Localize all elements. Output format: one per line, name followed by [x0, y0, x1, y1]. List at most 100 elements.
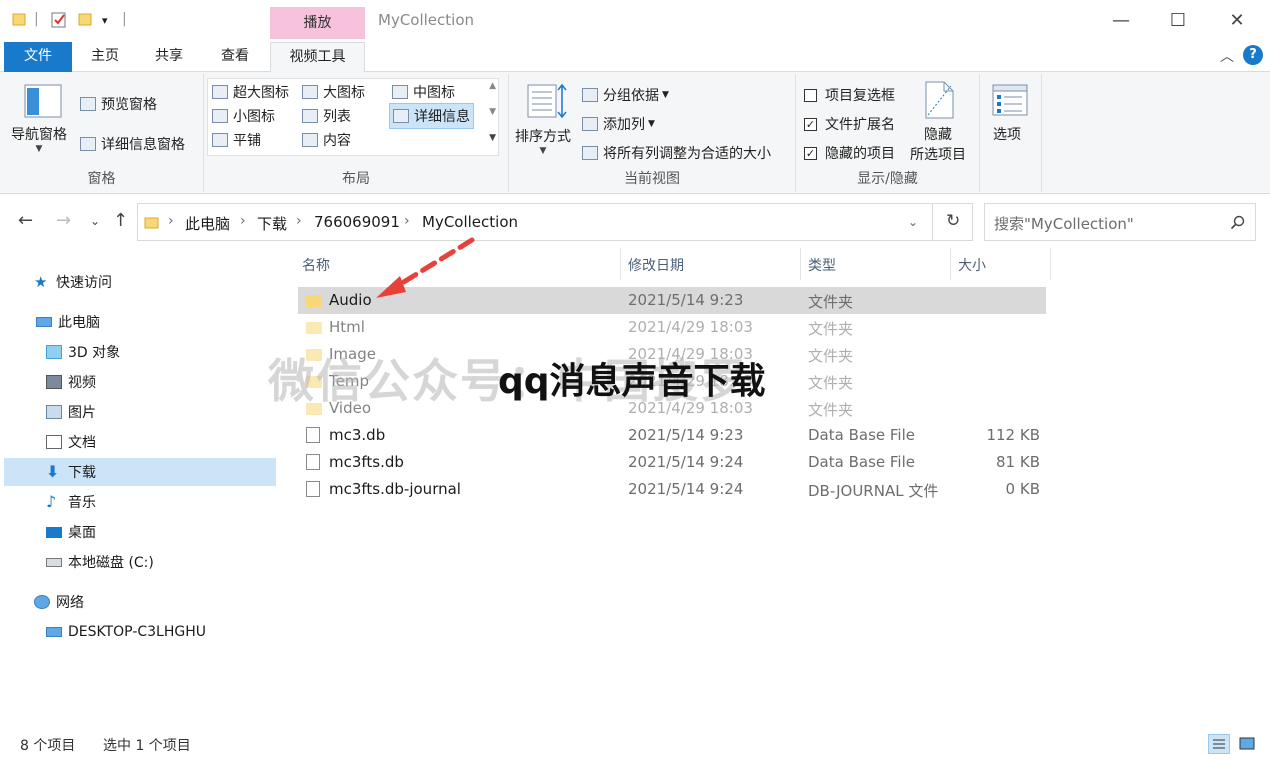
tab-share[interactable]: 共享 — [144, 42, 194, 72]
file-type: DB-JOURNAL 文件 — [808, 482, 939, 500]
nav-desktop[interactable]: 桌面 — [46, 518, 96, 546]
layout-small-icons[interactable]: 小图标 — [212, 106, 275, 126]
search-box[interactable]: 搜索"MyCollection" — [984, 203, 1256, 241]
tab-view[interactable]: 查看 — [210, 42, 260, 72]
column-divider[interactable] — [800, 248, 801, 280]
nav-videos[interactable]: 视频 — [46, 368, 96, 396]
file-extensions-toggle[interactable]: ✓ 文件扩展名 — [804, 114, 895, 134]
nav-label: 本地磁盘 (C:) — [68, 555, 154, 571]
database-file-icon — [306, 427, 320, 443]
layout-content[interactable]: 内容 — [302, 130, 351, 150]
nav-local-disk[interactable]: 本地磁盘 (C:) — [46, 548, 154, 576]
minimize-button[interactable]: — — [1098, 6, 1144, 36]
nav-downloads[interactable]: ⬇ 下载 — [4, 458, 276, 486]
sort-by-button[interactable]: 排序方式 ▼ — [515, 126, 571, 156]
breadcrumb-downloads[interactable]: 下载 — [257, 213, 287, 234]
add-columns-button[interactable]: 添加列 ▼ — [582, 114, 655, 134]
address-bar[interactable]: › 此电脑 › 下载 › 766069091 › MyCollection ⌄ … — [137, 203, 973, 241]
tab-video-tools[interactable]: 视频工具 — [270, 42, 365, 73]
layout-gallery: 超大图标 大图标 中图标 小图标 列表 详细信息 平铺 内容 ▲ ▼ ▼ — [207, 78, 499, 156]
address-dropdown-icon[interactable]: ⌄ — [908, 215, 918, 229]
customize-quick-access-icon[interactable]: ▾ — [102, 14, 108, 27]
window-title: MyCollection — [378, 11, 475, 29]
new-folder-icon[interactable] — [78, 11, 94, 31]
column-divider[interactable] — [950, 248, 951, 280]
help-icon[interactable]: ? — [1243, 45, 1263, 65]
nav-desktop-computer[interactable]: DESKTOP-C3LHGHU — [46, 618, 206, 646]
layout-list[interactable]: 列表 — [302, 106, 351, 126]
back-arrow-icon[interactable]: ← — [18, 210, 33, 231]
checkbox-checked[interactable]: ✓ — [804, 117, 817, 131]
navigation-pane: ★ 快速访问 此电脑 3D 对象 视频 图片 文档 ⬇ 下载 ♪ 音乐 桌面 本地磁盘… — [0, 248, 277, 726]
column-header-modified[interactable]: 修改日期 — [628, 255, 684, 275]
layout-large-icons[interactable]: 大图标 — [302, 82, 365, 102]
group-current-view: 排序方式 ▼ 分组依据 ▼ 添加列 ▼ 将所有列调整为合适的大小 当前视图 — [509, 74, 796, 192]
breadcrumb-folder-id[interactable]: 766069091 — [314, 213, 400, 231]
nav-quick-access[interactable]: ★ 快速访问 — [34, 268, 112, 296]
column-divider[interactable] — [1050, 248, 1051, 280]
chevron-right-icon[interactable]: › — [404, 213, 410, 229]
file-row[interactable]: mc3fts.db 2021/5/14 9:24 Data Base File … — [298, 449, 1046, 476]
up-arrow-icon[interactable]: ↑ — [113, 210, 128, 231]
gallery-scroll-up-icon[interactable]: ▲ — [489, 81, 496, 91]
group-show-hide: 项目复选框 ✓ 文件扩展名 ✓ 隐藏的项目 隐藏 所选项目 显示/隐藏 — [796, 74, 980, 192]
chevron-right-icon[interactable]: › — [240, 213, 246, 229]
tab-home[interactable]: 主页 — [80, 42, 130, 72]
layout-medium-icons[interactable]: 中图标 — [392, 82, 455, 102]
recent-locations-icon[interactable]: ⌄ — [90, 214, 100, 228]
chevron-right-icon[interactable]: › — [296, 213, 302, 229]
hidden-items-toggle[interactable]: ✓ 隐藏的项目 — [804, 143, 895, 163]
details-pane-icon — [80, 137, 96, 151]
context-tab-play[interactable]: 播放 — [270, 7, 365, 39]
large-icons-view-icon[interactable] — [1236, 734, 1258, 754]
column-header-size[interactable]: 大小 — [958, 255, 986, 275]
nav-3d-objects[interactable]: 3D 对象 — [46, 338, 120, 366]
tab-file[interactable]: 文件 — [4, 42, 72, 72]
checkbox-unchecked[interactable] — [804, 88, 817, 102]
file-row[interactable]: mc3fts.db-journal 2021/5/14 9:24 DB-JOUR… — [298, 476, 1046, 503]
column-divider[interactable] — [620, 248, 621, 280]
extra-large-icons-icon — [212, 85, 228, 99]
breadcrumb-mycollection[interactable]: MyCollection — [422, 213, 518, 231]
forward-arrow-icon[interactable]: → — [56, 210, 71, 231]
layout-item-label: 列表 — [323, 109, 351, 125]
item-checkboxes-toggle[interactable]: 项目复选框 — [804, 85, 895, 105]
cube-icon — [46, 345, 62, 359]
nav-documents[interactable]: 文档 — [46, 428, 96, 456]
details-view-icon[interactable] — [1208, 734, 1230, 754]
file-size: 0 KB — [1005, 480, 1040, 498]
search-input[interactable]: 搜索"MyCollection" — [994, 213, 1134, 234]
options-button[interactable]: 选项 — [993, 124, 1021, 144]
preview-pane-button[interactable]: 预览窗格 — [80, 94, 157, 114]
layout-extra-large-icons[interactable]: 超大图标 — [212, 82, 289, 102]
refresh-icon[interactable]: ↻ — [946, 211, 960, 231]
nav-network[interactable]: 网络 — [34, 588, 84, 616]
file-type: 文件夹 — [808, 293, 854, 311]
gallery-scroll-down-icon[interactable]: ▼ — [489, 107, 496, 117]
size-all-columns-button[interactable]: 将所有列调整为合适的大小 — [582, 143, 771, 163]
nav-pictures[interactable]: 图片 — [46, 398, 96, 426]
column-header-name[interactable]: 名称 — [302, 255, 330, 275]
layout-item-label: 大图标 — [323, 85, 365, 101]
group-by-button[interactable]: 分组依据 ▼ — [582, 85, 669, 105]
small-icons-icon — [212, 109, 228, 123]
breadcrumb-this-pc[interactable]: 此电脑 — [185, 213, 230, 234]
details-pane-button[interactable]: 详细信息窗格 — [80, 134, 185, 154]
nav-music[interactable]: ♪ 音乐 — [46, 488, 96, 516]
file-row[interactable]: mc3.db 2021/5/14 9:23 Data Base File 112… — [298, 422, 1046, 449]
navigation-pane-button[interactable]: 导航窗格 ▼ — [11, 124, 67, 154]
gallery-expand-icon[interactable]: ▼ — [489, 133, 496, 143]
chevron-right-icon[interactable]: › — [168, 213, 174, 229]
collapse-ribbon-icon[interactable]: ︿ — [1220, 46, 1234, 66]
column-header-type[interactable]: 类型 — [808, 255, 836, 275]
hide-selected-items-button[interactable]: 隐藏 所选项目 — [910, 124, 966, 164]
maximize-button[interactable]: ☐ — [1155, 6, 1201, 36]
layout-details[interactable]: 详细信息 — [389, 103, 474, 129]
nav-this-pc[interactable]: 此电脑 — [36, 308, 100, 336]
layout-item-label: 内容 — [323, 133, 351, 149]
layout-tiles[interactable]: 平铺 — [212, 130, 261, 150]
close-button[interactable]: ✕ — [1214, 6, 1260, 36]
search-icon[interactable] — [1230, 215, 1245, 230]
properties-icon[interactable] — [50, 11, 68, 33]
checkbox-checked[interactable]: ✓ — [804, 146, 817, 160]
